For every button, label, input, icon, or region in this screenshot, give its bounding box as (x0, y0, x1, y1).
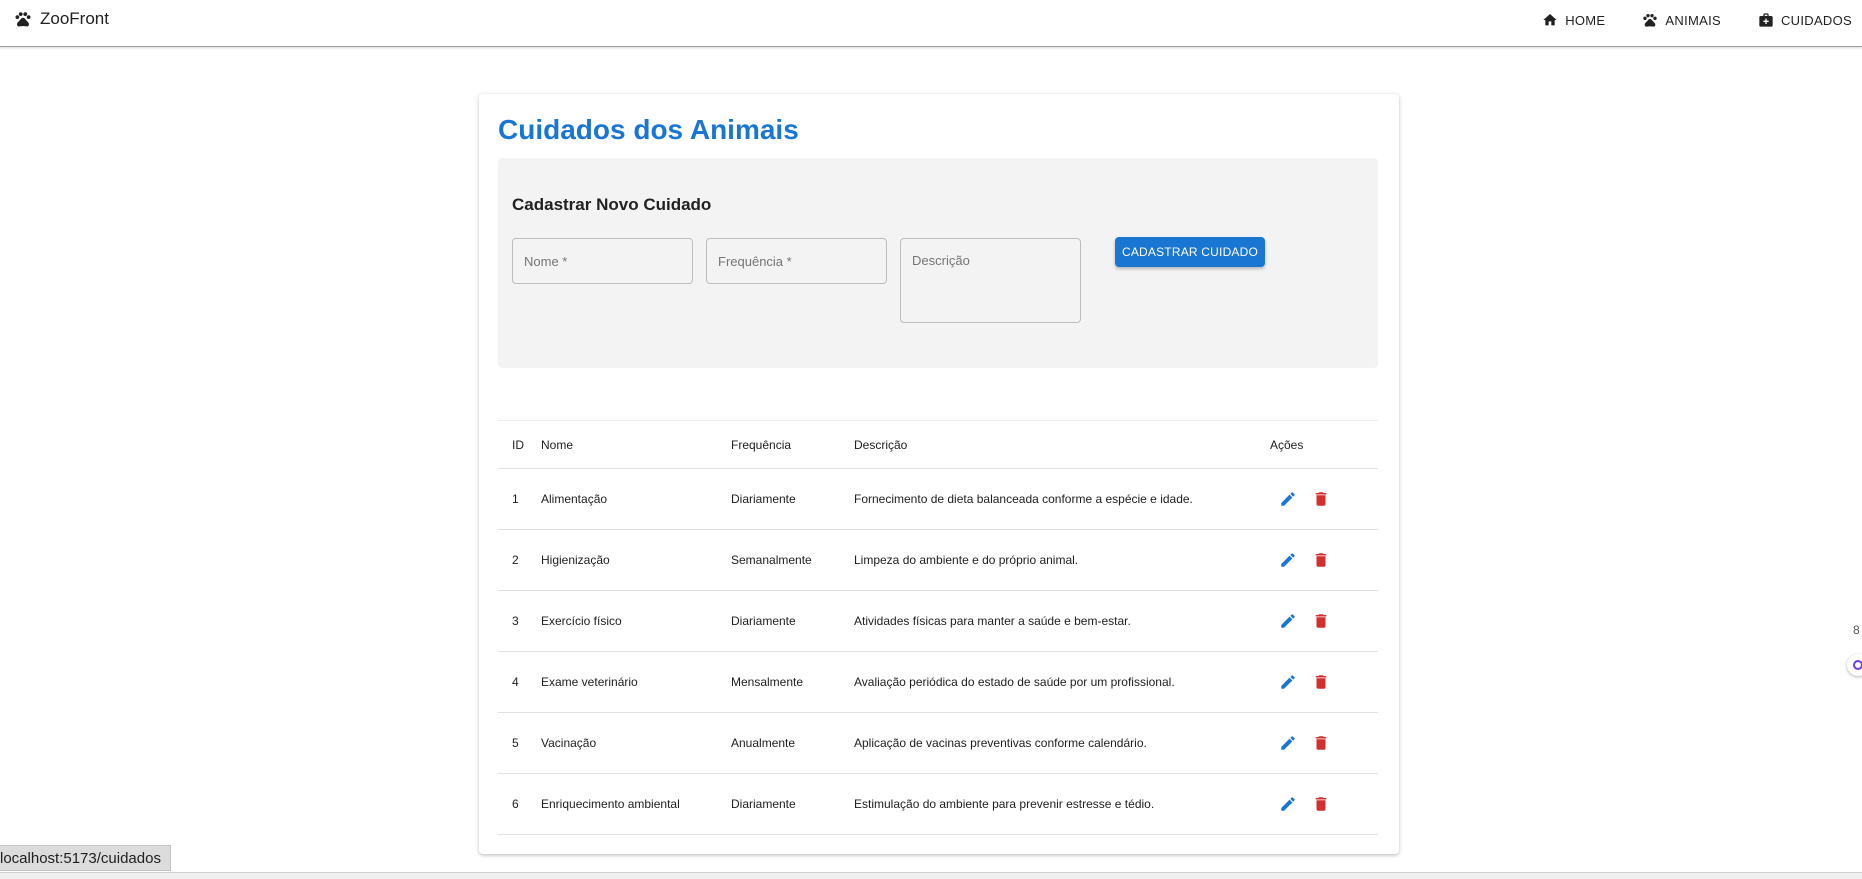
cell-id: 3 (498, 590, 541, 652)
cell-id: 2 (498, 529, 541, 591)
cell-descricao: Atividades físicas para manter a saúde e… (854, 590, 1270, 652)
descricao-input[interactable] (901, 239, 1080, 322)
descricao-field (900, 238, 1081, 323)
medical-bag-icon (1759, 13, 1773, 27)
app-bar: ZooFront HOME ANIMAIS CUIDADOS (0, 0, 1862, 47)
nav-home[interactable]: HOME (1542, 9, 1605, 31)
cell-descricao: Avaliação periódica do estado de saúde p… (854, 651, 1270, 713)
brand-name: ZooFront (40, 9, 109, 28)
edit-icon[interactable] (1277, 732, 1299, 754)
table-row: 2 Higienização Semanalmente Limpeza do ambi… (498, 529, 1378, 591)
row-actions (1270, 610, 1378, 632)
cell-nome: Enriquecimento ambiental (541, 773, 731, 835)
cell-nome: Exame veterinário (541, 651, 731, 713)
nav-cuidados[interactable]: CUIDADOS (1758, 9, 1852, 31)
paw-icon (15, 12, 31, 27)
table-header-row: ID Nome Frequência Descrição Ações (498, 420, 1378, 469)
form-title: Cadastrar Novo Cuidado (512, 195, 712, 214)
cell-descricao: Fornecimento de dieta balanceada conform… (854, 468, 1270, 530)
edit-icon[interactable] (1277, 488, 1299, 510)
cadastrar-cuidado-button[interactable]: CADASTRAR CUIDADO (1115, 237, 1265, 267)
side-widget[interactable]: 8 (1847, 617, 1862, 676)
cell-nome: Exercício físico (541, 590, 731, 652)
delete-icon[interactable] (1310, 671, 1332, 693)
delete-icon[interactable] (1310, 610, 1332, 632)
assistant-bubble-icon[interactable] (1847, 654, 1862, 676)
nav-animais[interactable]: ANIMAIS (1642, 9, 1721, 31)
edit-icon[interactable] (1277, 549, 1299, 571)
cell-nome: Alimentação (541, 468, 731, 530)
cell-frequencia: Diariamente (731, 590, 854, 652)
cell-id: 1 (498, 468, 541, 530)
cell-acoes (1270, 651, 1378, 713)
frequencia-field (706, 238, 887, 284)
cell-frequencia: Diariamente (731, 773, 854, 835)
new-care-form: Cadastrar Novo Cuidado CADASTRAR CUIDADO (498, 158, 1378, 368)
cell-frequencia: Semanalmente (731, 529, 854, 591)
row-actions (1270, 488, 1378, 510)
edit-icon[interactable] (1277, 793, 1299, 815)
table-row: 3 Exercício físico Diariamente Atividades f… (498, 590, 1378, 652)
delete-icon[interactable] (1310, 488, 1332, 510)
cell-id: 5 (498, 712, 541, 774)
table-header: ID Nome Frequência Descrição Ações (498, 420, 1378, 469)
paw-icon (1643, 14, 1658, 27)
page-title: Cuidados dos Animais (498, 114, 799, 145)
row-actions (1270, 732, 1378, 754)
cell-frequencia: Anualmente (731, 712, 854, 774)
cell-acoes (1270, 712, 1378, 774)
table-row: 4 Exame veterinário Mensalmente Avaliação p… (498, 651, 1378, 713)
widget-glyph-icon: 8 (1853, 623, 1860, 637)
main-nav: HOME ANIMAIS CUIDADOS (1505, 9, 1862, 31)
browser-status-url: localhost:5173/cuidados (0, 845, 171, 871)
frequencia-input[interactable] (707, 239, 886, 283)
cell-frequencia: Mensalmente (731, 651, 854, 713)
nome-input[interactable] (513, 239, 692, 283)
nav-cuidados-label: CUIDADOS (1780, 12, 1852, 28)
home-icon (1543, 14, 1557, 26)
cell-frequencia: Diariamente (731, 468, 854, 530)
table-row: 5 Vacinação Anualmente Aplicação de vacinas… (498, 712, 1378, 774)
edit-icon[interactable] (1277, 610, 1299, 632)
row-actions (1270, 793, 1378, 815)
cell-nome: Higienização (541, 529, 731, 591)
col-descricao: Descrição (854, 420, 1270, 469)
cell-id: 4 (498, 651, 541, 713)
edit-icon[interactable] (1277, 671, 1299, 693)
nome-field (512, 238, 693, 284)
cell-descricao: Aplicação de vacinas preventivas conform… (854, 712, 1270, 774)
table-row: 6 Enriquecimento ambiental Diariamente Esti… (498, 773, 1378, 835)
cell-id: 6 (498, 773, 541, 835)
main-card: Cuidados dos Animais Cadastrar Novo Cuid… (479, 94, 1399, 854)
col-frequencia: Frequência (731, 420, 854, 469)
nav-animais-label: ANIMAIS (1665, 12, 1721, 28)
cell-nome: Vacinação (541, 712, 731, 774)
row-actions (1270, 549, 1378, 571)
cuidados-table: ID Nome Frequência Descrição Ações 1 Alim… (498, 420, 1378, 835)
delete-icon[interactable] (1310, 732, 1332, 754)
cell-acoes (1270, 590, 1378, 652)
cell-descricao: Estimulação do ambiente para prevenir es… (854, 773, 1270, 835)
col-nome: Nome (541, 420, 731, 469)
cell-descricao: Limpeza do ambiente e do próprio animal. (854, 529, 1270, 591)
delete-icon[interactable] (1310, 793, 1332, 815)
table-body: 1 Alimentação Diariamente Fornecimento de d… (498, 468, 1378, 835)
row-actions (1270, 671, 1378, 693)
table-row: 1 Alimentação Diariamente Fornecimento de d… (498, 468, 1378, 530)
cell-acoes (1270, 529, 1378, 591)
cell-acoes (1270, 773, 1378, 835)
nav-home-label: HOME (1565, 12, 1606, 28)
brand[interactable]: ZooFront (14, 9, 109, 29)
delete-icon[interactable] (1310, 549, 1332, 571)
cell-acoes (1270, 468, 1378, 530)
browser-bottom-edge (0, 872, 1862, 879)
col-acoes: Ações (1270, 420, 1378, 469)
col-id: ID (498, 420, 541, 469)
